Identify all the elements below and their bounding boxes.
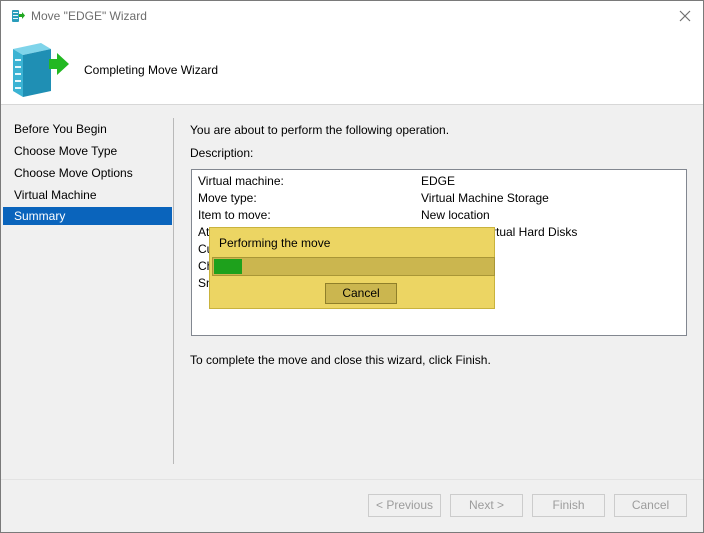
server-move-large-icon bbox=[13, 43, 69, 97]
server-move-icon bbox=[12, 10, 25, 22]
close-icon[interactable] bbox=[673, 5, 697, 27]
wizard-header: Completing Move Wizard bbox=[1, 31, 703, 105]
row-value-move-type: Virtual Machine Storage bbox=[421, 191, 549, 205]
progress-title: Performing the move bbox=[219, 236, 331, 250]
finish-button[interactable]: Finish bbox=[532, 494, 605, 517]
progress-bar-fill bbox=[214, 259, 242, 274]
row-value-attach: rtual Hard Disks bbox=[492, 225, 578, 239]
previous-button[interactable]: < Previous bbox=[368, 494, 441, 517]
cancel-button[interactable]: Cancel bbox=[614, 494, 687, 517]
row-label-virtual-machine: Virtual machine: bbox=[198, 174, 284, 188]
row-label-item-to-move: Item to move: bbox=[198, 208, 271, 222]
description-label: Description: bbox=[190, 146, 254, 160]
row-value-item-to-move: New location bbox=[421, 208, 490, 222]
progress-cancel-button[interactable]: Cancel bbox=[325, 283, 397, 304]
wizard-steps-nav: Before You Begin Choose Move Type Choose… bbox=[1, 118, 174, 464]
nav-item-virtual-machine[interactable]: Virtual Machine bbox=[3, 186, 172, 204]
row-label-move-type: Move type: bbox=[198, 191, 257, 205]
nav-item-choose-move-type[interactable]: Choose Move Type bbox=[3, 142, 172, 160]
progress-bar bbox=[212, 257, 495, 276]
title-bar[interactable]: Move "EDGE" Wizard bbox=[1, 1, 703, 31]
progress-popup: Performing the move Cancel bbox=[209, 227, 495, 309]
footer-text: To complete the move and close this wiza… bbox=[190, 353, 491, 367]
next-button[interactable]: Next > bbox=[450, 494, 523, 517]
wizard-window: Move "EDGE" Wizard Completing Move Wizar… bbox=[0, 0, 704, 533]
nav-item-choose-move-options[interactable]: Choose Move Options bbox=[3, 164, 172, 182]
separator bbox=[1, 479, 703, 480]
nav-item-summary[interactable]: Summary bbox=[3, 207, 172, 225]
nav-item-before-you-begin[interactable]: Before You Begin bbox=[3, 120, 172, 138]
header-title: Completing Move Wizard bbox=[84, 63, 219, 77]
row-value-virtual-machine: EDGE bbox=[421, 174, 456, 188]
window-title: Move "EDGE" Wizard bbox=[31, 9, 147, 23]
row-label-attach: At bbox=[198, 225, 210, 239]
intro-text: You are about to perform the following o… bbox=[190, 123, 450, 137]
